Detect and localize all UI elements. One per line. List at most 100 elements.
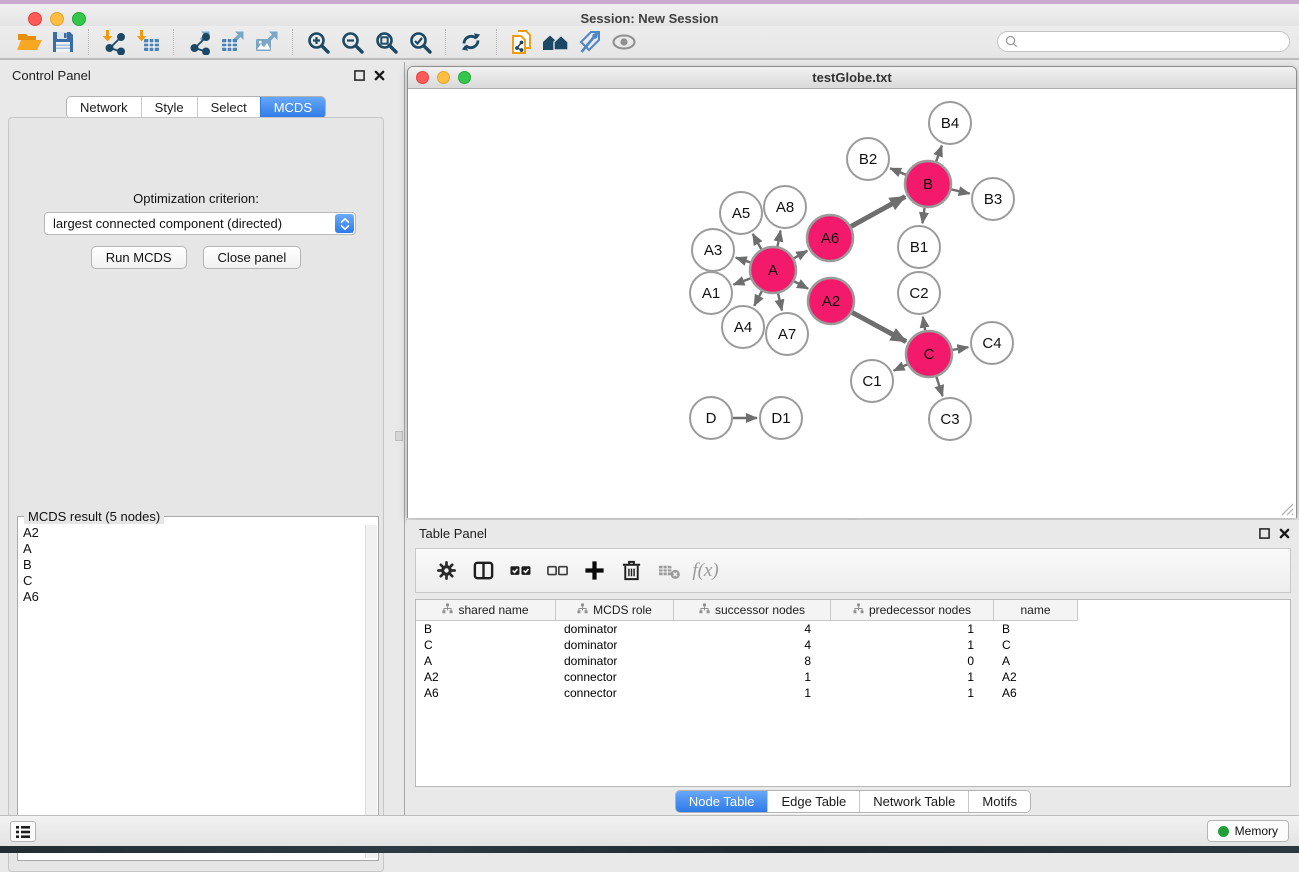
duplicate-network-button[interactable] [505,27,539,57]
graph-edge-A-A8[interactable] [777,231,780,247]
graph-node-label: A5 [732,205,750,222]
column-header-successor-nodes[interactable]: successor nodes [674,600,831,621]
show-graphics-details-button[interactable] [607,27,641,57]
table-cell: 1 [831,685,994,701]
memory-status-dot [1218,826,1229,837]
table-tab-edge-table[interactable]: Edge Table [767,791,859,812]
add-column-button[interactable] [576,553,613,589]
zoom-fit-button[interactable] [369,27,403,57]
graph-node-label: A3 [704,242,722,259]
table-row[interactable]: A2connector11A2 [416,669,1290,685]
table-row[interactable]: Bdominator41B [416,621,1290,637]
run-mcds-button[interactable]: Run MCDS [91,246,187,269]
network-canvas[interactable]: B4B2BB3A8A5A6B1A3AA1C2A2A4A7C4CC1C3DD1 [408,90,1296,518]
mcds-list-scrollbar[interactable] [365,525,377,858]
mcds-tab-content: Optimization criterion: largest connecte… [8,117,384,872]
column-header-label: name [1020,603,1050,617]
graph-edge-B-B4[interactable] [936,146,942,162]
task-history-button[interactable] [10,821,36,842]
mcds-result-item[interactable]: A [20,541,364,557]
mcds-result-item[interactable]: A6 [20,589,364,605]
save-session-button[interactable] [46,27,80,57]
splitter-grip[interactable] [395,431,403,441]
mcds-result-item[interactable]: A2 [20,525,364,541]
graph-edge-B-B2[interactable] [890,168,906,175]
import-table-button[interactable] [131,27,165,57]
optimization-criterion-dropdown[interactable]: largest connected component (directed) [44,212,356,235]
delete-table-button[interactable] [650,553,687,589]
export-image-button[interactable] [250,27,284,57]
table-cell: 1 [831,669,994,685]
graph-node-label: A8 [776,199,794,216]
column-header-MCDS-role[interactable]: MCDS role [556,600,674,621]
mcds-result-item[interactable]: B [20,557,364,573]
graph-edge-A2-C[interactable] [852,312,906,341]
desktop-background-strip [0,846,1299,853]
table-cell: 0 [831,653,994,669]
graph-edge-A-A2[interactable] [794,281,808,288]
graph-node-label: A [768,262,778,279]
graph-node-label: C2 [909,285,928,302]
table-panel-title: Table Panel [419,526,487,541]
graph-edge-A-A1[interactable] [734,278,751,284]
zoom-in-button[interactable] [301,27,335,57]
graph-edge-B-B3[interactable] [951,189,969,193]
close-table-panel-icon[interactable] [1277,526,1291,540]
close-panel-icon[interactable] [372,68,386,82]
zoom-out-button[interactable] [335,27,369,57]
vertical-splitter[interactable] [392,62,406,815]
float-panel-icon[interactable] [352,68,366,82]
function-builder-button[interactable]: f(x) [687,553,724,589]
graph-edge-B-B1[interactable] [922,208,924,223]
column-header-shared-name[interactable]: shared name [416,600,556,621]
graph-edge-A-A5[interactable] [753,234,762,249]
graph-edge-A-A3[interactable] [736,258,750,263]
table-tab-node-table[interactable]: Node Table [676,791,768,812]
mcds-result-item[interactable]: C [20,573,364,589]
resize-grip-icon[interactable] [1279,501,1294,516]
column-header-predecessor-nodes[interactable]: predecessor nodes [831,600,994,621]
application-window: Session: New Session Control Panel Netwo… [0,0,1299,853]
network-window-titlebar[interactable]: testGlobe.txt [408,67,1296,89]
tab-style[interactable]: Style [141,97,197,118]
export-table-button[interactable] [216,27,250,57]
memory-button[interactable]: Memory [1207,820,1289,842]
graph-edge-A6-B[interactable] [851,197,905,227]
delete-column-button[interactable] [613,553,650,589]
app-titlebar: Session: New Session [0,4,1299,26]
close-panel-button[interactable]: Close panel [203,246,302,269]
zoom-selected-button[interactable] [403,27,437,57]
table-tab-motifs[interactable]: Motifs [968,791,1030,812]
refresh-button[interactable] [454,27,488,57]
import-network-button[interactable] [97,27,131,57]
table-settings-button[interactable] [428,553,465,589]
tab-network[interactable]: Network [67,97,141,118]
graph-edge-C-C4[interactable] [953,347,969,350]
column-type-icon [577,603,588,617]
graph-edge-A-A6[interactable] [794,251,807,259]
table-row[interactable]: Cdominator41C [416,637,1290,653]
graph-edge-C-C1[interactable] [894,364,908,370]
tab-select[interactable]: Select [197,97,260,118]
select-all-button[interactable] [502,553,539,589]
float-table-panel-icon[interactable] [1257,526,1271,540]
open-file-button[interactable] [12,27,46,57]
first-neighbors-button[interactable] [539,27,573,57]
graph-edge-C-C3[interactable] [936,377,942,396]
hide-labels-button[interactable] [573,27,607,57]
show-columns-button[interactable] [465,553,502,589]
table-row[interactable]: A6connector11A6 [416,685,1290,701]
graph-edge-A-A4[interactable] [754,291,762,306]
export-network-button[interactable] [182,27,216,57]
table-row[interactable]: Adominator80A [416,653,1290,669]
table-tab-network-table[interactable]: Network Table [859,791,968,812]
graph-edge-C-C2[interactable] [923,317,925,331]
table-cell: 4 [674,637,831,653]
column-header-name[interactable]: name [994,600,1078,621]
dropdown-stepper-icon [335,214,354,233]
graph-edge-A-A7[interactable] [778,293,782,310]
tab-mcds[interactable]: MCDS [260,97,325,118]
deselect-all-button[interactable] [539,553,576,589]
graph-node-label: B [923,176,933,193]
search-input[interactable] [997,31,1290,52]
